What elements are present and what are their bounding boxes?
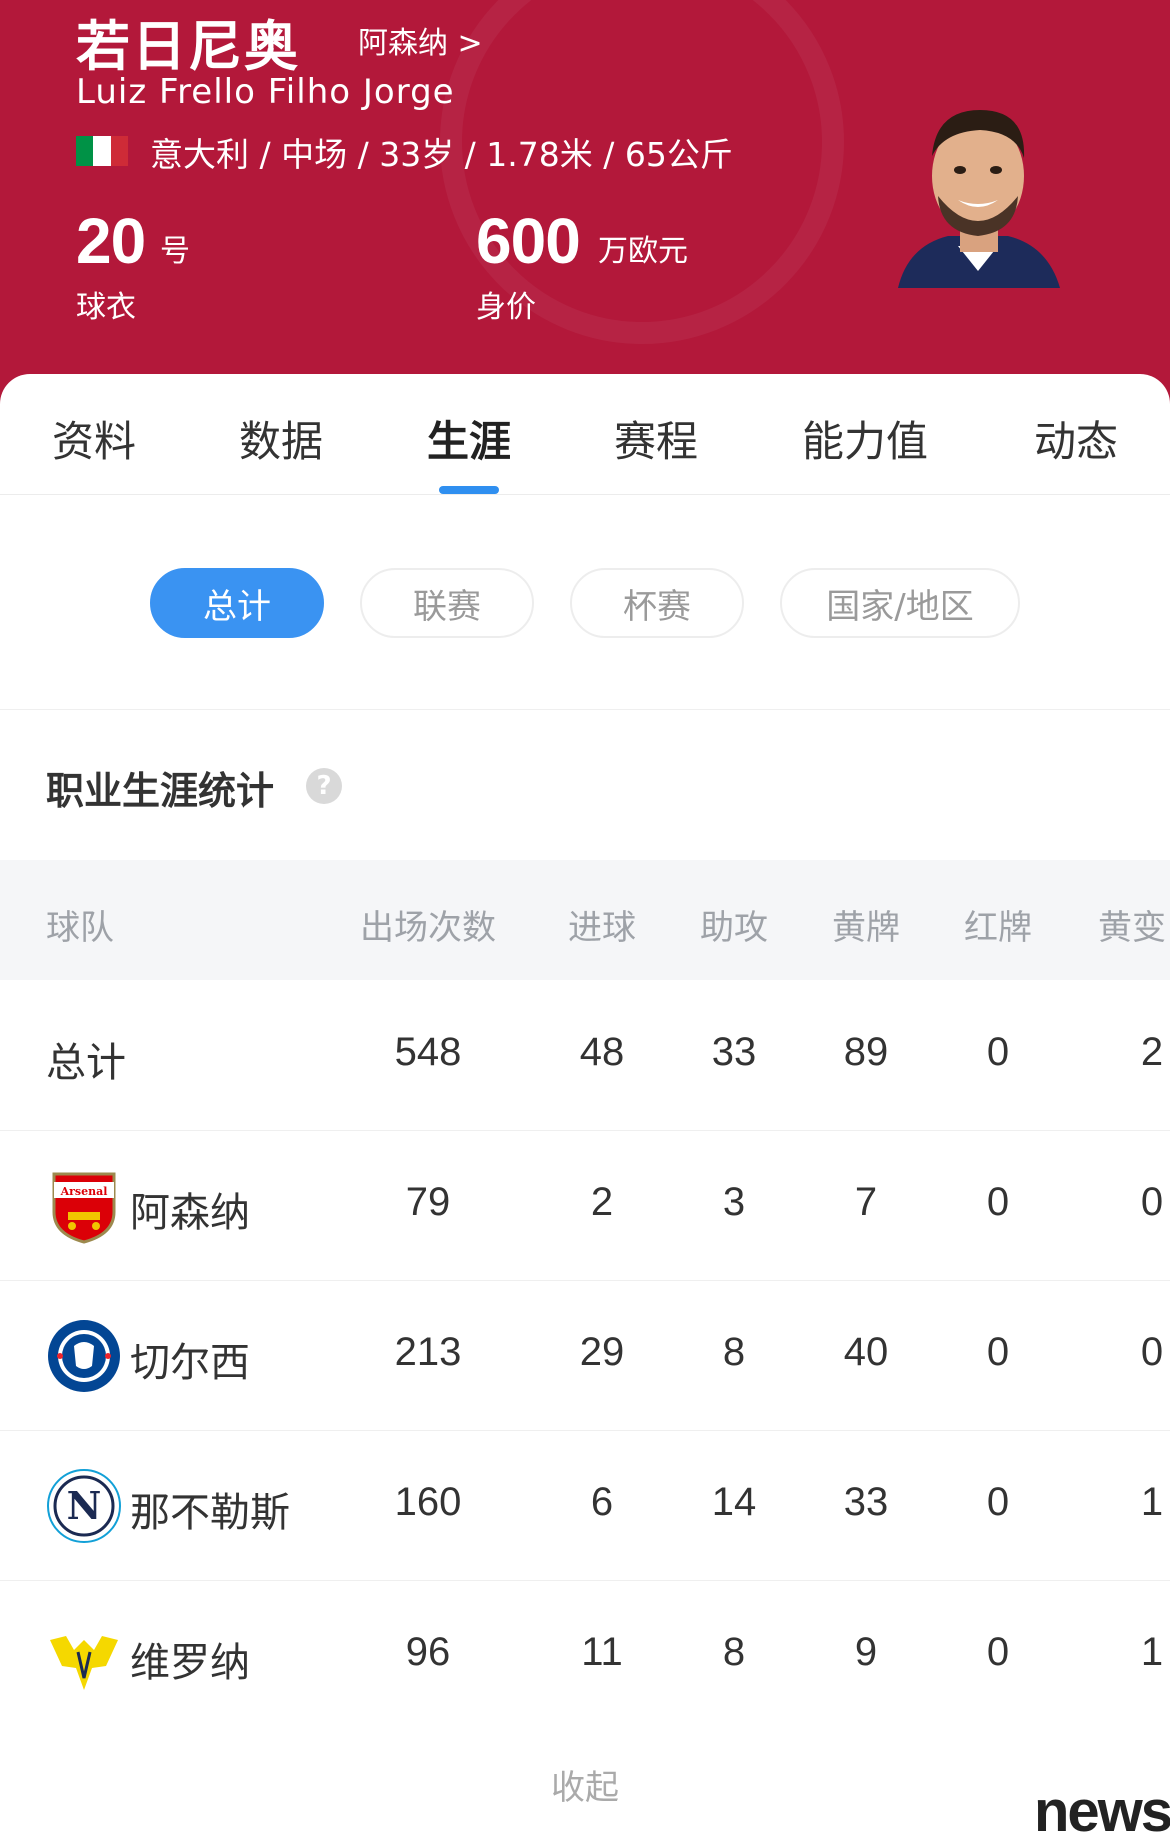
second-yellow-cell: 1: [1140, 1630, 1164, 1674]
col-assists: 助攻: [700, 908, 768, 948]
table-row-chelsea[interactable]: 切尔西 213 29 8 40 0 0: [0, 1280, 1170, 1431]
tab-ability[interactable]: 能力值: [802, 408, 928, 469]
red-cell: 0: [986, 1180, 1010, 1224]
assists-cell: 8: [722, 1630, 746, 1674]
svg-text:Arsenal: Arsenal: [60, 1185, 108, 1198]
table-row-verona[interactable]: 维罗纳 96 11 8 9 0 1: [0, 1580, 1170, 1730]
second-yellow-cell: 0: [1140, 1180, 1164, 1224]
market-value: 600: [476, 205, 581, 277]
jersey-unit: 号: [160, 234, 190, 269]
yellow-cell: 89: [843, 1030, 889, 1074]
col-red: 红牌: [964, 908, 1032, 948]
goals-cell: 6: [590, 1480, 614, 1524]
active-tab-indicator: [439, 486, 499, 494]
assists-cell: 14: [711, 1480, 757, 1524]
player-name-en: Luiz Frello Filho Jorge: [76, 72, 455, 112]
col-yellow: 黄牌: [832, 908, 900, 948]
appearances-cell: 96: [405, 1630, 451, 1674]
verona-logo-icon: [50, 1636, 118, 1690]
tab-schedule[interactable]: 赛程: [614, 408, 698, 469]
help-icon[interactable]: ?: [306, 768, 342, 804]
filter-total[interactable]: 总计: [150, 568, 324, 638]
svg-text:N: N: [67, 1483, 102, 1528]
player-name-cn: 若日尼奥: [76, 15, 300, 78]
yellow-cell: 7: [854, 1180, 878, 1224]
tab-career[interactable]: 生涯: [427, 408, 511, 469]
player-portrait: [898, 110, 1060, 288]
filter-cup[interactable]: 杯赛: [570, 568, 744, 638]
goals-cell: 29: [579, 1330, 625, 1374]
collapse-button[interactable]: 收起: [551, 1760, 619, 1809]
divider: [0, 709, 1170, 710]
appearances-cell: 160: [394, 1480, 462, 1524]
filter-league[interactable]: 联赛: [360, 568, 534, 638]
col-appearances: 出场次数: [360, 908, 496, 948]
player-header: 若日尼奥 阿森纳 > Luiz Frello Filho Jorge 意大利 /…: [0, 0, 1170, 420]
second-yellow-cell: 2: [1140, 1030, 1164, 1074]
appearances-cell: 213: [394, 1330, 462, 1374]
italy-flag-icon: [76, 136, 128, 166]
team-link[interactable]: 阿森纳 >: [358, 18, 483, 62]
red-cell: 0: [986, 1630, 1010, 1674]
second-yellow-cell: 1: [1140, 1480, 1164, 1524]
team-name: 阿森纳: [130, 1190, 250, 1236]
section-title: 职业生涯统计: [46, 769, 275, 813]
arsenal-logo-icon: Arsenal: [52, 1172, 116, 1244]
tab-profile[interactable]: 资料: [52, 408, 136, 469]
jersey-number: 20: [76, 205, 146, 277]
market-value-unit: 万欧元: [598, 234, 688, 269]
assists-cell: 8: [722, 1330, 746, 1374]
table-row-total: 总计 548 48 33 89 0 2: [0, 980, 1170, 1131]
team-name: 切尔西: [130, 1340, 250, 1386]
table-row-napoli[interactable]: N 那不勒斯 160 6 14 33 0 1: [0, 1430, 1170, 1581]
filter-national[interactable]: 国家/地区: [780, 568, 1020, 638]
tab-data[interactable]: 数据: [239, 408, 323, 469]
yellow-cell: 33: [843, 1480, 889, 1524]
red-cell: 0: [986, 1030, 1010, 1074]
appearances-cell: 79: [405, 1180, 451, 1224]
table-header: 球队 出场次数 进球 助攻 黄牌 红牌 黄变: [0, 860, 1170, 980]
team-name: 总计: [46, 1040, 126, 1086]
tab-news[interactable]: 动态: [1034, 408, 1118, 469]
red-cell: 0: [986, 1330, 1010, 1374]
col-team: 球队: [46, 908, 114, 948]
table-row-arsenal[interactable]: Arsenal 阿森纳 79 2 3 7 0 0: [0, 1130, 1170, 1281]
chelsea-logo-icon: [48, 1320, 120, 1392]
napoli-logo-icon: N: [47, 1469, 121, 1543]
appearances-cell: 548: [394, 1030, 462, 1074]
yellow-cell: 40: [843, 1330, 889, 1374]
col-second-yellow: 黄变: [1098, 908, 1166, 948]
team-name: 那不勒斯: [130, 1490, 290, 1536]
goals-cell: 11: [581, 1630, 623, 1674]
assists-cell: 33: [711, 1030, 757, 1074]
assists-cell: 3: [722, 1180, 746, 1224]
market-value-label: 身价: [476, 290, 536, 325]
yellow-cell: 9: [854, 1630, 878, 1674]
news-watermark: news: [1034, 1779, 1170, 1844]
player-info: 意大利 / 中场 / 33岁 / 1.78米 / 65公斤: [150, 135, 733, 174]
red-cell: 0: [986, 1480, 1010, 1524]
jersey-label: 球衣: [76, 290, 136, 325]
col-goals: 进球: [568, 908, 636, 948]
second-yellow-cell: 0: [1140, 1330, 1164, 1374]
goals-cell: 48: [579, 1030, 625, 1074]
goals-cell: 2: [590, 1180, 614, 1224]
tab-bar: 资料 数据 生涯 赛程 能力值 动态: [0, 374, 1170, 495]
team-name: 维罗纳: [130, 1640, 250, 1686]
